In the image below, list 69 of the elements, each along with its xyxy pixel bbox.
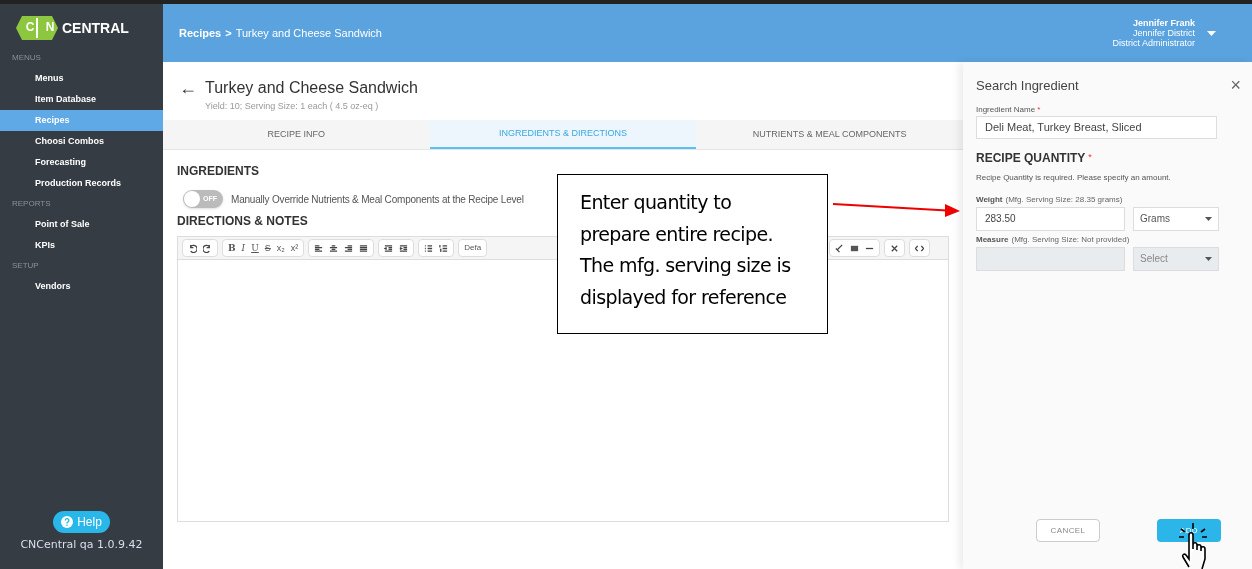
nav-item[interactable]: Forecasting bbox=[0, 152, 163, 173]
user-name: Jennifer Frank bbox=[1132, 18, 1195, 28]
clear-format-icon[interactable] bbox=[890, 243, 899, 253]
back-button[interactable]: ← bbox=[179, 79, 197, 97]
logo-letter: C bbox=[25, 19, 35, 36]
indent-icon[interactable] bbox=[399, 243, 409, 253]
nav-section-heading: REPORTS bbox=[11, 198, 52, 210]
toggle-label: Manually Override Nutrients & Meal Components at the Recipe Level bbox=[231, 192, 524, 207]
close-button[interactable]: × bbox=[1230, 76, 1241, 94]
section-heading: DIRECTIONS & NOTES bbox=[177, 213, 309, 230]
field-hint: (Mfg. Serving Size: Not provided) bbox=[1011, 233, 1130, 246]
required-mark: * bbox=[1037, 103, 1041, 116]
format-button[interactable]: x² bbox=[290, 243, 299, 253]
redo-icon[interactable] bbox=[203, 243, 212, 253]
field-label: Weight bbox=[976, 193, 1003, 206]
numbered-list-icon[interactable] bbox=[439, 243, 449, 253]
caret-icon bbox=[1205, 256, 1212, 261]
tab[interactable]: RECIPE INFO bbox=[163, 120, 430, 149]
unit-select[interactable]: Grams bbox=[1133, 206, 1219, 231]
brand-name: CENTRAL bbox=[62, 18, 129, 38]
panel-title: Search Ingredient bbox=[976, 77, 1079, 95]
callout-box: Enter quantity to prepare entire recipe. The mfg. serving size is displayed for reference bbox=[557, 174, 828, 334]
format-button[interactable]: B bbox=[228, 243, 236, 253]
nav-item[interactable]: KPIs bbox=[0, 235, 163, 256]
code-view-icon[interactable] bbox=[915, 243, 924, 253]
field-label: Measure bbox=[976, 233, 1009, 246]
ingredient-name-field[interactable]: Deli Meat, Turkey Breast, Sliced bbox=[976, 115, 1217, 139]
nav-item[interactable]: Choosi Combos bbox=[0, 131, 163, 152]
nav-item[interactable]: Item Database bbox=[0, 89, 163, 110]
section-heading: INGREDIENTS bbox=[177, 163, 260, 180]
field-label: Ingredient Name bbox=[976, 103, 1036, 116]
outdent-icon[interactable] bbox=[384, 243, 394, 253]
nav-section-heading: MENUS bbox=[11, 52, 42, 64]
align-left-icon[interactable] bbox=[314, 243, 324, 253]
validation-message: Recipe Quantity is required. Please specify an amount. bbox=[976, 171, 1172, 184]
user-district: Jennifer District bbox=[1133, 28, 1195, 38]
nav-section-heading: SETUP bbox=[11, 260, 40, 272]
undo-icon[interactable] bbox=[188, 243, 197, 253]
help-icon bbox=[61, 515, 74, 528]
logo-letter: N bbox=[45, 19, 55, 36]
nav-item[interactable]: Vendors bbox=[0, 276, 163, 297]
align-right-icon[interactable] bbox=[344, 243, 354, 253]
tab[interactable]: NUTRIENTS & MEAL COMPONENTS bbox=[696, 120, 963, 149]
version-text: CNCentral qa 1.0.9.42 bbox=[20, 536, 143, 553]
caret-icon[interactable] bbox=[1207, 30, 1216, 36]
image-icon[interactable] bbox=[850, 243, 859, 253]
toggle-knob bbox=[184, 191, 200, 207]
format-button[interactable]: U bbox=[251, 243, 259, 253]
format-button[interactable]: x₂ bbox=[276, 243, 285, 253]
nav-item[interactable]: Menus bbox=[0, 68, 163, 89]
nav-item[interactable]: Point of Sale bbox=[0, 214, 163, 235]
quantity-field[interactable]: 283.50 bbox=[976, 206, 1125, 231]
recipe-subtitle: Yield: 10; Serving Size: 1 each ( 4.5 oz-eq ) bbox=[205, 100, 380, 113]
caret-icon bbox=[1205, 216, 1212, 221]
align-center-icon[interactable] bbox=[329, 243, 339, 253]
recipe-title: Turkey and Cheese Sandwich bbox=[205, 78, 418, 98]
nav-item[interactable]: Production Records bbox=[0, 173, 163, 194]
required-mark: * bbox=[1088, 150, 1092, 164]
justify-icon[interactable] bbox=[359, 243, 369, 253]
format-button[interactable]: S bbox=[264, 243, 271, 253]
format-button[interactable]: I bbox=[241, 243, 246, 253]
field-hint: (Mfg. Serving Size: 28.35 grams) bbox=[1005, 193, 1123, 206]
cancel-button[interactable]: CANCEL bbox=[1036, 519, 1100, 542]
breadcrumb-separator: > bbox=[225, 25, 232, 41]
user-role: District Administrator bbox=[1112, 38, 1195, 48]
bullet-list-icon[interactable] bbox=[424, 243, 434, 253]
section-heading: RECIPE QUANTITY bbox=[976, 149, 1086, 167]
logo-icon bbox=[16, 16, 58, 40]
breadcrumb-current: Turkey and Cheese Sandwich bbox=[235, 25, 382, 41]
